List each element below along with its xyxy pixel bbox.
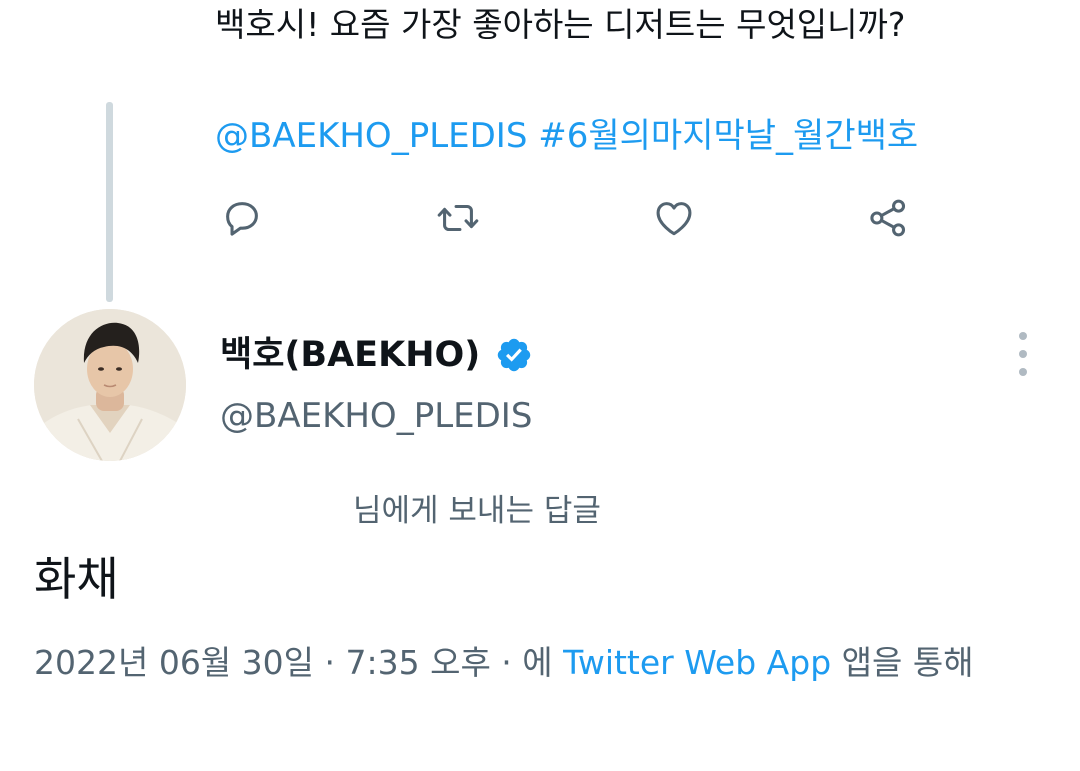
timestamp-text[interactable]: 2022년 06월 30일 · 7:35 오후 · 에 bbox=[34, 643, 563, 682]
source-suffix-text: 앱을 통해 bbox=[831, 643, 974, 682]
tweet-body-text: 화채 bbox=[34, 552, 119, 606]
verified-badge-icon bbox=[494, 335, 534, 375]
thread-connector-line bbox=[106, 102, 113, 302]
reply-icon[interactable] bbox=[218, 194, 266, 242]
source-app-link[interactable]: Twitter Web App bbox=[563, 643, 831, 682]
author-handle[interactable]: @BAEKHO_PLEDIS bbox=[220, 392, 532, 440]
previous-tweet-text: 백호시! 요즘 가장 좋아하는 디저트는 무엇입니까? bbox=[215, 5, 906, 44]
reply-to-label: 님에게 보내는 답글 bbox=[353, 493, 601, 529]
more-dot bbox=[1019, 332, 1027, 340]
more-options-icon[interactable] bbox=[1006, 332, 1040, 376]
hashtag-link[interactable]: #6월의마지막날_월간백호 bbox=[538, 116, 918, 156]
more-dot bbox=[1019, 350, 1027, 358]
more-dot bbox=[1019, 368, 1027, 376]
tweet-timestamp-source: 2022년 06월 30일 · 7:35 오후 · 에 Twitter Web … bbox=[34, 638, 1024, 688]
avatar[interactable] bbox=[34, 309, 186, 461]
retweet-icon[interactable] bbox=[434, 194, 482, 242]
share-icon[interactable] bbox=[864, 194, 912, 242]
previous-tweet-links: @BAEKHO_PLEDIS #6월의마지막날_월간백호 bbox=[215, 112, 918, 160]
mention-link[interactable]: @BAEKHO_PLEDIS bbox=[215, 116, 527, 156]
author-name-row[interactable]: 백호(BAEKHO) bbox=[220, 330, 534, 380]
author-display-name[interactable]: 백호(BAEKHO) bbox=[220, 330, 480, 380]
profile-photo-icon bbox=[34, 309, 186, 461]
heart-icon[interactable] bbox=[650, 194, 698, 242]
